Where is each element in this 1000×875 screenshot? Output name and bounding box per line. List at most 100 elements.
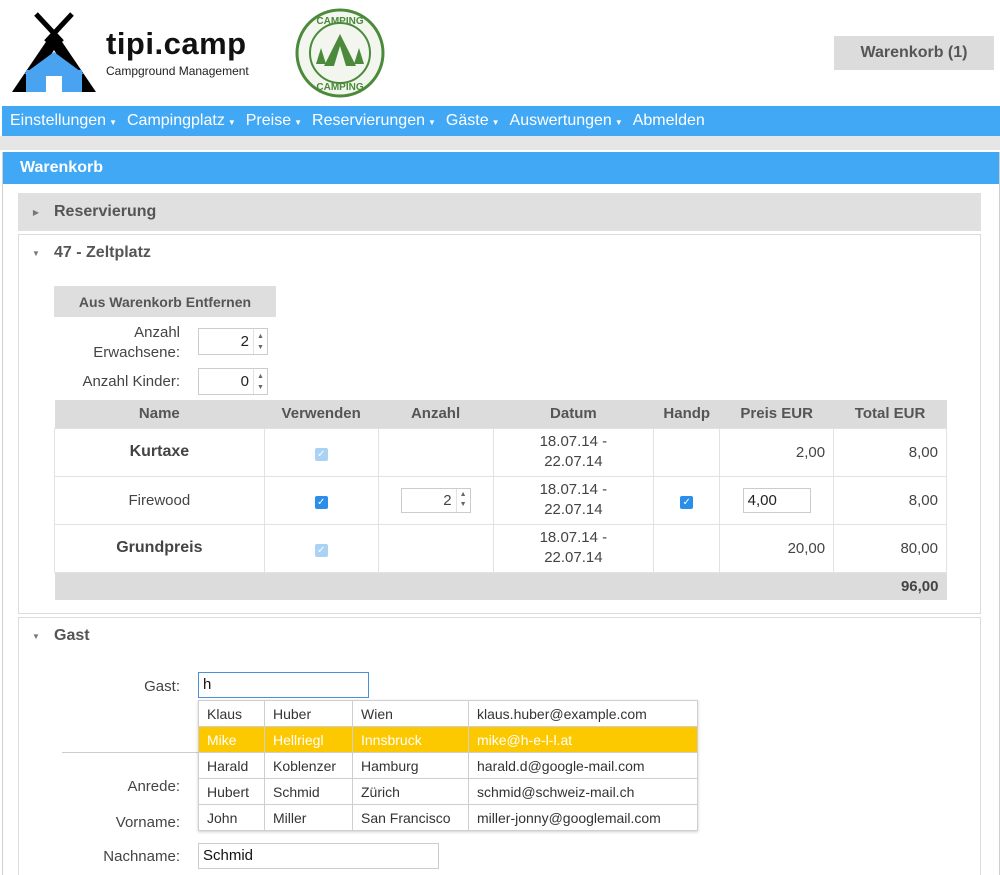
suggestion-row[interactable]: John Miller San Francisco miller-jonny@g… xyxy=(198,804,698,831)
suggestion-last[interactable]: Koblenzer xyxy=(264,752,353,779)
caret-down-icon: ▼ xyxy=(427,117,436,127)
guest-autocomplete: Klaus Huber Wien klaus.huber@example.com… xyxy=(198,700,698,831)
nav-item-gaeste[interactable]: Gäste ▼ xyxy=(446,112,500,130)
nav-item-einstellungen[interactable]: Einstellungen ▼ xyxy=(10,112,117,130)
cart-button[interactable]: Warenkorb (1) xyxy=(834,36,994,70)
lastname-label: Nachname: xyxy=(103,848,180,865)
children-stepper[interactable]: 0 ▲ ▼ xyxy=(198,368,268,395)
section-site-header[interactable]: ▼ 47 - Zeltplatz xyxy=(18,234,981,272)
stepper-arrows-icon[interactable]: ▲ ▼ xyxy=(455,488,470,512)
badge-text-top: CAMPING xyxy=(316,16,363,27)
suggestion-email[interactable]: mike@h-e-l-l.at xyxy=(468,726,698,753)
use-checkbox: ✓ xyxy=(263,427,379,477)
qty-stepper[interactable]: 2 ▲ ▼ xyxy=(400,487,471,513)
nav-item-reservierungen[interactable]: Reservierungen ▼ xyxy=(312,112,436,130)
suggestion-row[interactable]: Harald Koblenzer Hamburg harald.d@google… xyxy=(198,752,698,779)
table-row: Firewood ✓ 2 ▲ ▼ 18.07.14 - 22.07.14 ✓ 4,0… xyxy=(54,475,947,525)
adults-label: Anzahl Erwachsene: xyxy=(60,323,180,363)
suggestion-email[interactable]: schmid@schweiz-mail.ch xyxy=(468,778,698,805)
caret-down-icon: ▼ xyxy=(227,117,236,127)
suggestion-email[interactable]: harald.d@google-mail.com xyxy=(468,752,698,779)
suggestion-first[interactable]: Klaus xyxy=(198,700,265,727)
panel-title: Warenkorb xyxy=(3,152,999,184)
divider xyxy=(62,752,202,753)
adults-stepper[interactable]: 2 ▲ ▼ xyxy=(198,328,268,355)
price-input[interactable]: 4,00 xyxy=(742,487,811,513)
suggestion-city[interactable]: Zürich xyxy=(352,778,469,805)
nav-item-label: Auswertungen xyxy=(509,112,612,129)
manual-price-cell xyxy=(653,427,721,477)
col-header: Total EUR xyxy=(833,400,947,428)
nav-item-abmelden[interactable]: Abmelden xyxy=(633,112,705,130)
adults-value[interactable]: 2 xyxy=(199,329,253,354)
caret-down-icon: ▼ xyxy=(109,117,117,127)
date-to: 22.07.14 xyxy=(544,549,603,566)
date-from: 18.07.14 - xyxy=(539,481,608,498)
suggestion-last[interactable]: Hellriegl xyxy=(264,726,353,753)
guest-search-input[interactable]: h xyxy=(198,672,369,698)
suggestion-first[interactable]: John xyxy=(198,804,265,831)
suggestion-city[interactable]: Hamburg xyxy=(352,752,469,779)
remove-from-cart-button[interactable]: Aus Warenkorb Entfernen xyxy=(54,286,276,317)
suggestion-first[interactable]: Mike xyxy=(198,726,265,753)
nav-spacer xyxy=(0,136,1000,150)
use-checkbox[interactable]: ✓ xyxy=(263,475,379,525)
badge-text-bottom: CAMPING xyxy=(316,82,363,93)
suggestion-last[interactable]: Schmid xyxy=(264,778,353,805)
suggestion-first[interactable]: Hubert xyxy=(198,778,265,805)
item-name: Grundpreis xyxy=(54,523,265,573)
suggestion-city[interactable]: San Francisco xyxy=(352,804,469,831)
suggestion-last[interactable]: Miller xyxy=(264,804,353,831)
nav-item-campingplatz[interactable]: Campingplatz ▼ xyxy=(127,112,236,130)
suggestion-row[interactable]: Klaus Huber Wien klaus.huber@example.com xyxy=(198,700,698,727)
suggestion-last[interactable]: Huber xyxy=(264,700,353,727)
suggestion-email[interactable]: miller-jonny@googlemail.com xyxy=(468,804,698,831)
qty-cell: 2 ▲ ▼ xyxy=(377,475,494,525)
caret-down-icon: ▼ xyxy=(32,248,40,258)
col-header: Anzahl xyxy=(378,400,493,428)
checkbox-checked-icon: ✓ xyxy=(314,447,328,461)
col-header: Datum xyxy=(493,400,654,428)
section-guest-header[interactable]: ▼ Gast xyxy=(18,617,981,655)
grand-total: 96,00 xyxy=(54,572,947,600)
nav-item-label: Einstellungen xyxy=(10,112,107,129)
total-row: 96,00 xyxy=(54,572,947,600)
suggestion-row-highlighted[interactable]: Mike Hellriegl Innsbruck mike@h-e-l-l.at xyxy=(198,726,698,753)
qty-value[interactable]: 2 xyxy=(402,489,456,512)
nav-item-label: Preise xyxy=(245,112,292,129)
manual-price-checkbox[interactable]: ✓ xyxy=(653,475,721,525)
suggestion-row[interactable]: Hubert Schmid Zürich schmid@schweiz-mail… xyxy=(198,778,698,805)
date-cell: 18.07.14 - 22.07.14 xyxy=(492,427,655,477)
col-header: Name xyxy=(54,400,265,428)
lastname-input[interactable]: Schmid xyxy=(198,843,439,869)
row-total: 8,00 xyxy=(833,427,947,477)
nav-item-label: Reservierungen xyxy=(312,112,425,129)
nav-item-preise[interactable]: Preise ▼ xyxy=(246,112,302,130)
col-header: Verwenden xyxy=(264,400,379,428)
checkbox-checked-icon[interactable]: ✓ xyxy=(314,495,328,509)
stepper-arrows-icon[interactable]: ▲ ▼ xyxy=(253,329,267,354)
date-to: 22.07.14 xyxy=(544,501,603,518)
suggestion-city[interactable]: Wien xyxy=(352,700,469,727)
adults-label-line1: Anzahl xyxy=(134,324,180,341)
firstname-label: Vorname: xyxy=(115,814,180,831)
nav-item-label: Abmelden xyxy=(632,112,705,129)
section-title: Reservierung xyxy=(54,203,157,220)
date-from: 18.07.14 - xyxy=(539,529,608,546)
suggestion-first[interactable]: Harald xyxy=(198,752,265,779)
tipi-logo-icon xyxy=(12,12,96,92)
children-value[interactable]: 0 xyxy=(199,369,253,394)
nav-item-auswertungen[interactable]: Auswertungen ▼ xyxy=(510,112,623,130)
stepper-arrows-icon[interactable]: ▲ ▼ xyxy=(253,369,267,394)
checkbox-checked-icon: ✓ xyxy=(314,543,328,557)
checkbox-checked-icon[interactable]: ✓ xyxy=(680,495,694,509)
col-header: Handp xyxy=(653,400,720,428)
caret-down-icon: ▼ xyxy=(491,117,500,127)
guest-label: Gast: xyxy=(144,678,180,695)
row-total: 80,00 xyxy=(833,523,947,573)
suggestion-email[interactable]: klaus.huber@example.com xyxy=(468,700,698,727)
section-reservation-header[interactable]: ▶ Reservierung xyxy=(18,193,981,231)
item-name: Firewood xyxy=(54,475,265,525)
camping-badge-icon: CAMPING CAMPING xyxy=(295,8,385,98)
suggestion-city[interactable]: Innsbruck xyxy=(352,726,469,753)
